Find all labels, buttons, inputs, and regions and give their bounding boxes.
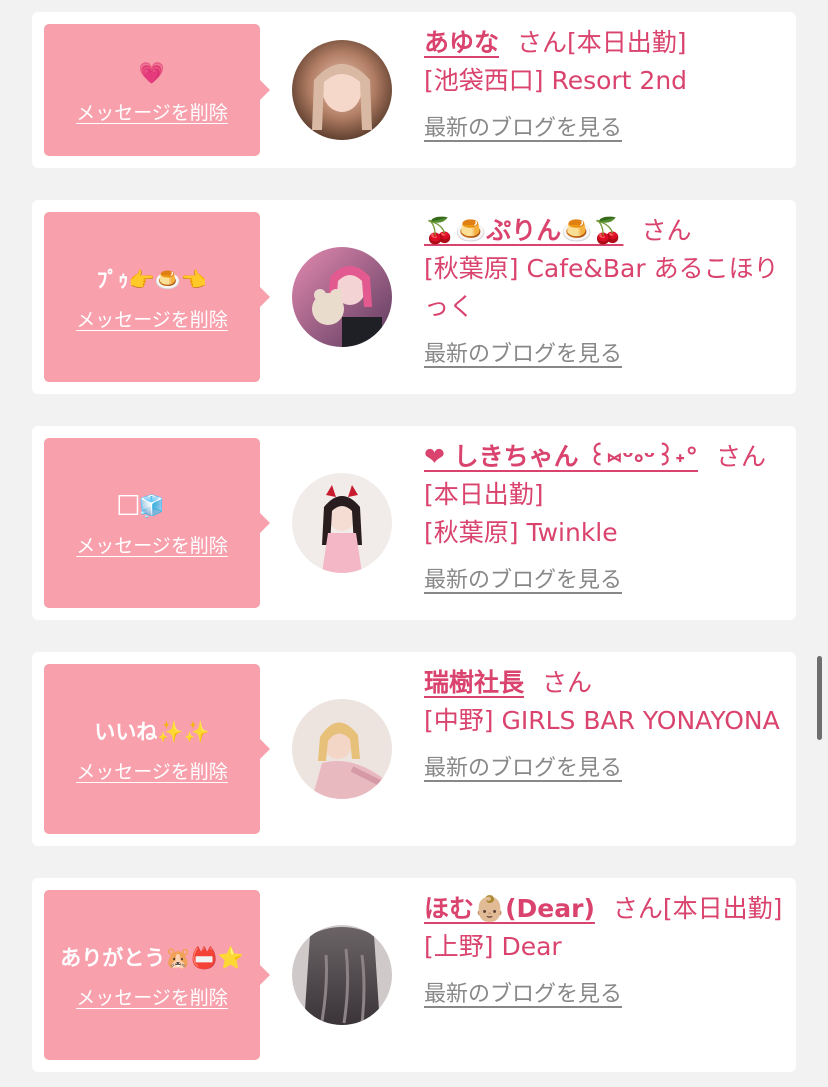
latest-blog-link[interactable]: 最新のブログを見る	[424, 336, 622, 374]
avatar[interactable]	[292, 473, 392, 573]
delete-message-link[interactable]: メッセージを削除	[76, 531, 228, 558]
favorites-list: 💗 メッセージを削除 あゆな さん[本日出勤] [池袋西口] Resort 2n…	[0, 0, 828, 1087]
shop-name: [上野] Dear	[424, 932, 562, 961]
list-item: ⃞🧊 メッセージを削除 ❤︎ しきちゃん ꒰⑅ᵕ༚ᵕ꒱˖° さん[本日出勤] [秋…	[32, 426, 796, 620]
message-text: いいね✨✨	[94, 719, 210, 744]
cast-suffix: さん[本日出勤]	[517, 28, 687, 57]
shop-name: [池袋西口] Resort 2nd	[424, 66, 688, 95]
cast-suffix: さん	[641, 216, 692, 245]
shop-name: [秋葉原] Twinkle	[424, 518, 618, 547]
list-item: いいね✨✨ メッセージを削除 瑞樹社長 さん [中野] GIRLS BAR YON…	[32, 652, 796, 846]
cast-name-link[interactable]: あゆな	[424, 28, 499, 57]
message-bubble: ﾌﾟｩ👉🍮👈 メッセージを削除	[44, 212, 270, 382]
avatar[interactable]	[292, 699, 392, 799]
message-bubble: ありがとう🐹📛⭐ メッセージを削除	[44, 890, 270, 1060]
latest-blog-link[interactable]: 最新のブログを見る	[424, 750, 622, 788]
cast-name-link[interactable]: 瑞樹社長	[424, 668, 524, 697]
message-bubble: いいね✨✨ メッセージを削除	[44, 664, 270, 834]
shop-name: [秋葉原] Cafe&Bar あるこほりっく	[424, 254, 779, 321]
message-text: 💗	[138, 60, 166, 85]
avatar[interactable]	[292, 40, 392, 140]
message-bubble: ⃞🧊 メッセージを削除	[44, 438, 270, 608]
cast-info: ❤︎ しきちゃん ꒰⑅ᵕ༚ᵕ꒱˖° さん[本日出勤] [秋葉原] Twinkle …	[424, 438, 784, 600]
latest-blog-link[interactable]: 最新のブログを見る	[424, 110, 622, 148]
message-text: ありがとう🐹📛⭐	[60, 945, 244, 970]
delete-message-link[interactable]: メッセージを削除	[76, 305, 228, 332]
message-text: ﾌﾟｩ👉🍮👈	[97, 267, 207, 292]
cast-info: 瑞樹社長 さん [中野] GIRLS BAR YONAYONA 最新のブログを見る	[424, 664, 784, 788]
latest-blog-link[interactable]: 最新のブログを見る	[424, 562, 622, 600]
message-bubble: 💗 メッセージを削除	[44, 24, 270, 156]
delete-message-link[interactable]: メッセージを削除	[76, 983, 228, 1010]
cast-suffix: さん[本日出勤]	[612, 894, 783, 923]
message-text: ⃞🧊	[138, 493, 166, 518]
cast-info: 🍒🍮ぷりん🍮🍒 さん [秋葉原] Cafe&Bar あるこほりっく 最新のブログを…	[424, 212, 784, 374]
cast-name-link[interactable]: ❤︎ しきちゃん ꒰⑅ᵕ༚ᵕ꒱˖°	[424, 442, 698, 471]
cast-info: ほむ👶🏼(Dear) さん[本日出勤] [上野] Dear 最新のブログを見る	[424, 890, 784, 1014]
shop-name: [中野] GIRLS BAR YONAYONA	[424, 706, 780, 735]
cast-suffix: さん	[542, 668, 593, 697]
cast-name-link[interactable]: ほむ👶🏼(Dear)	[424, 894, 595, 923]
delete-message-link[interactable]: メッセージを削除	[76, 757, 228, 784]
cast-info: あゆな さん[本日出勤] [池袋西口] Resort 2nd 最新のブログを見る	[424, 24, 784, 148]
avatar[interactable]	[292, 925, 392, 1025]
list-item: ありがとう🐹📛⭐ メッセージを削除 ほむ👶🏼(Dear) さん[本日出勤] [上…	[32, 878, 796, 1072]
avatar[interactable]	[292, 247, 392, 347]
list-item: 💗 メッセージを削除 あゆな さん[本日出勤] [池袋西口] Resort 2n…	[32, 12, 796, 168]
delete-message-link[interactable]: メッセージを削除	[76, 98, 228, 125]
latest-blog-link[interactable]: 最新のブログを見る	[424, 976, 622, 1014]
list-item: ﾌﾟｩ👉🍮👈 メッセージを削除 🍒🍮ぷりん🍮🍒 さん [秋葉原] Cafe&Ba…	[32, 200, 796, 394]
cast-name-link[interactable]: 🍒🍮ぷりん🍮🍒	[424, 216, 624, 245]
scrollbar[interactable]	[817, 656, 822, 740]
